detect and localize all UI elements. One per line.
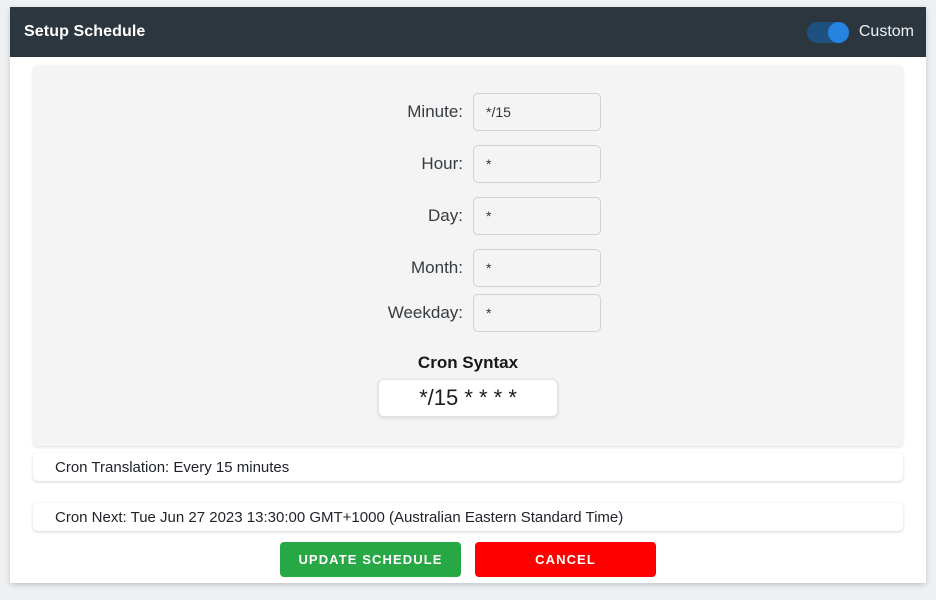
- page-title: Setup Schedule: [24, 23, 146, 40]
- input-day[interactable]: [473, 197, 601, 235]
- cron-syntax-heading: Cron Syntax: [417, 353, 519, 372]
- input-hour[interactable]: [473, 145, 601, 183]
- label-hour: Hour:: [421, 154, 463, 173]
- cron-translation-bar: Cron Translation: Every 15 minutes: [33, 453, 903, 481]
- dialog-actions: UPDATE SCHEDULE CANCEL: [10, 542, 926, 577]
- custom-toggle-group[interactable]: Custom: [806, 21, 914, 43]
- field-row-month: Month:: [33, 249, 903, 287]
- custom-toggle-label: Custom: [858, 23, 914, 40]
- label-minute: Minute:: [407, 102, 463, 121]
- schedule-dialog: Setup Schedule Custom Minute: Hour: Day:…: [10, 7, 926, 583]
- cron-fields-panel: Minute: Hour: Day: Month: Weekday: Cron …: [33, 65, 903, 446]
- label-month: Month:: [411, 258, 463, 277]
- label-day: Day:: [428, 206, 463, 225]
- field-row-minute: Minute:: [33, 93, 903, 131]
- label-weekday: Weekday:: [387, 303, 463, 322]
- field-row-day: Day:: [33, 197, 903, 235]
- toggle-knob: [827, 21, 849, 43]
- input-weekday[interactable]: [473, 294, 601, 332]
- dialog-titlebar: Setup Schedule Custom: [10, 7, 926, 57]
- field-row-hour: Hour:: [33, 145, 903, 183]
- input-minute[interactable]: [473, 93, 601, 131]
- cancel-button[interactable]: CANCEL: [475, 542, 656, 577]
- cron-next-bar: Cron Next: Tue Jun 27 2023 13:30:00 GMT+…: [33, 503, 903, 531]
- toggle-switch-icon[interactable]: [806, 21, 849, 43]
- field-row-weekday: Weekday:: [33, 294, 903, 332]
- cron-syntax-input[interactable]: [378, 379, 558, 417]
- update-schedule-button[interactable]: UPDATE SCHEDULE: [280, 542, 461, 577]
- cron-next-text: Cron Next: Tue Jun 27 2023 13:30:00 GMT+…: [55, 508, 624, 526]
- cron-translation-text: Cron Translation: Every 15 minutes: [55, 458, 290, 476]
- input-month[interactable]: [473, 249, 601, 287]
